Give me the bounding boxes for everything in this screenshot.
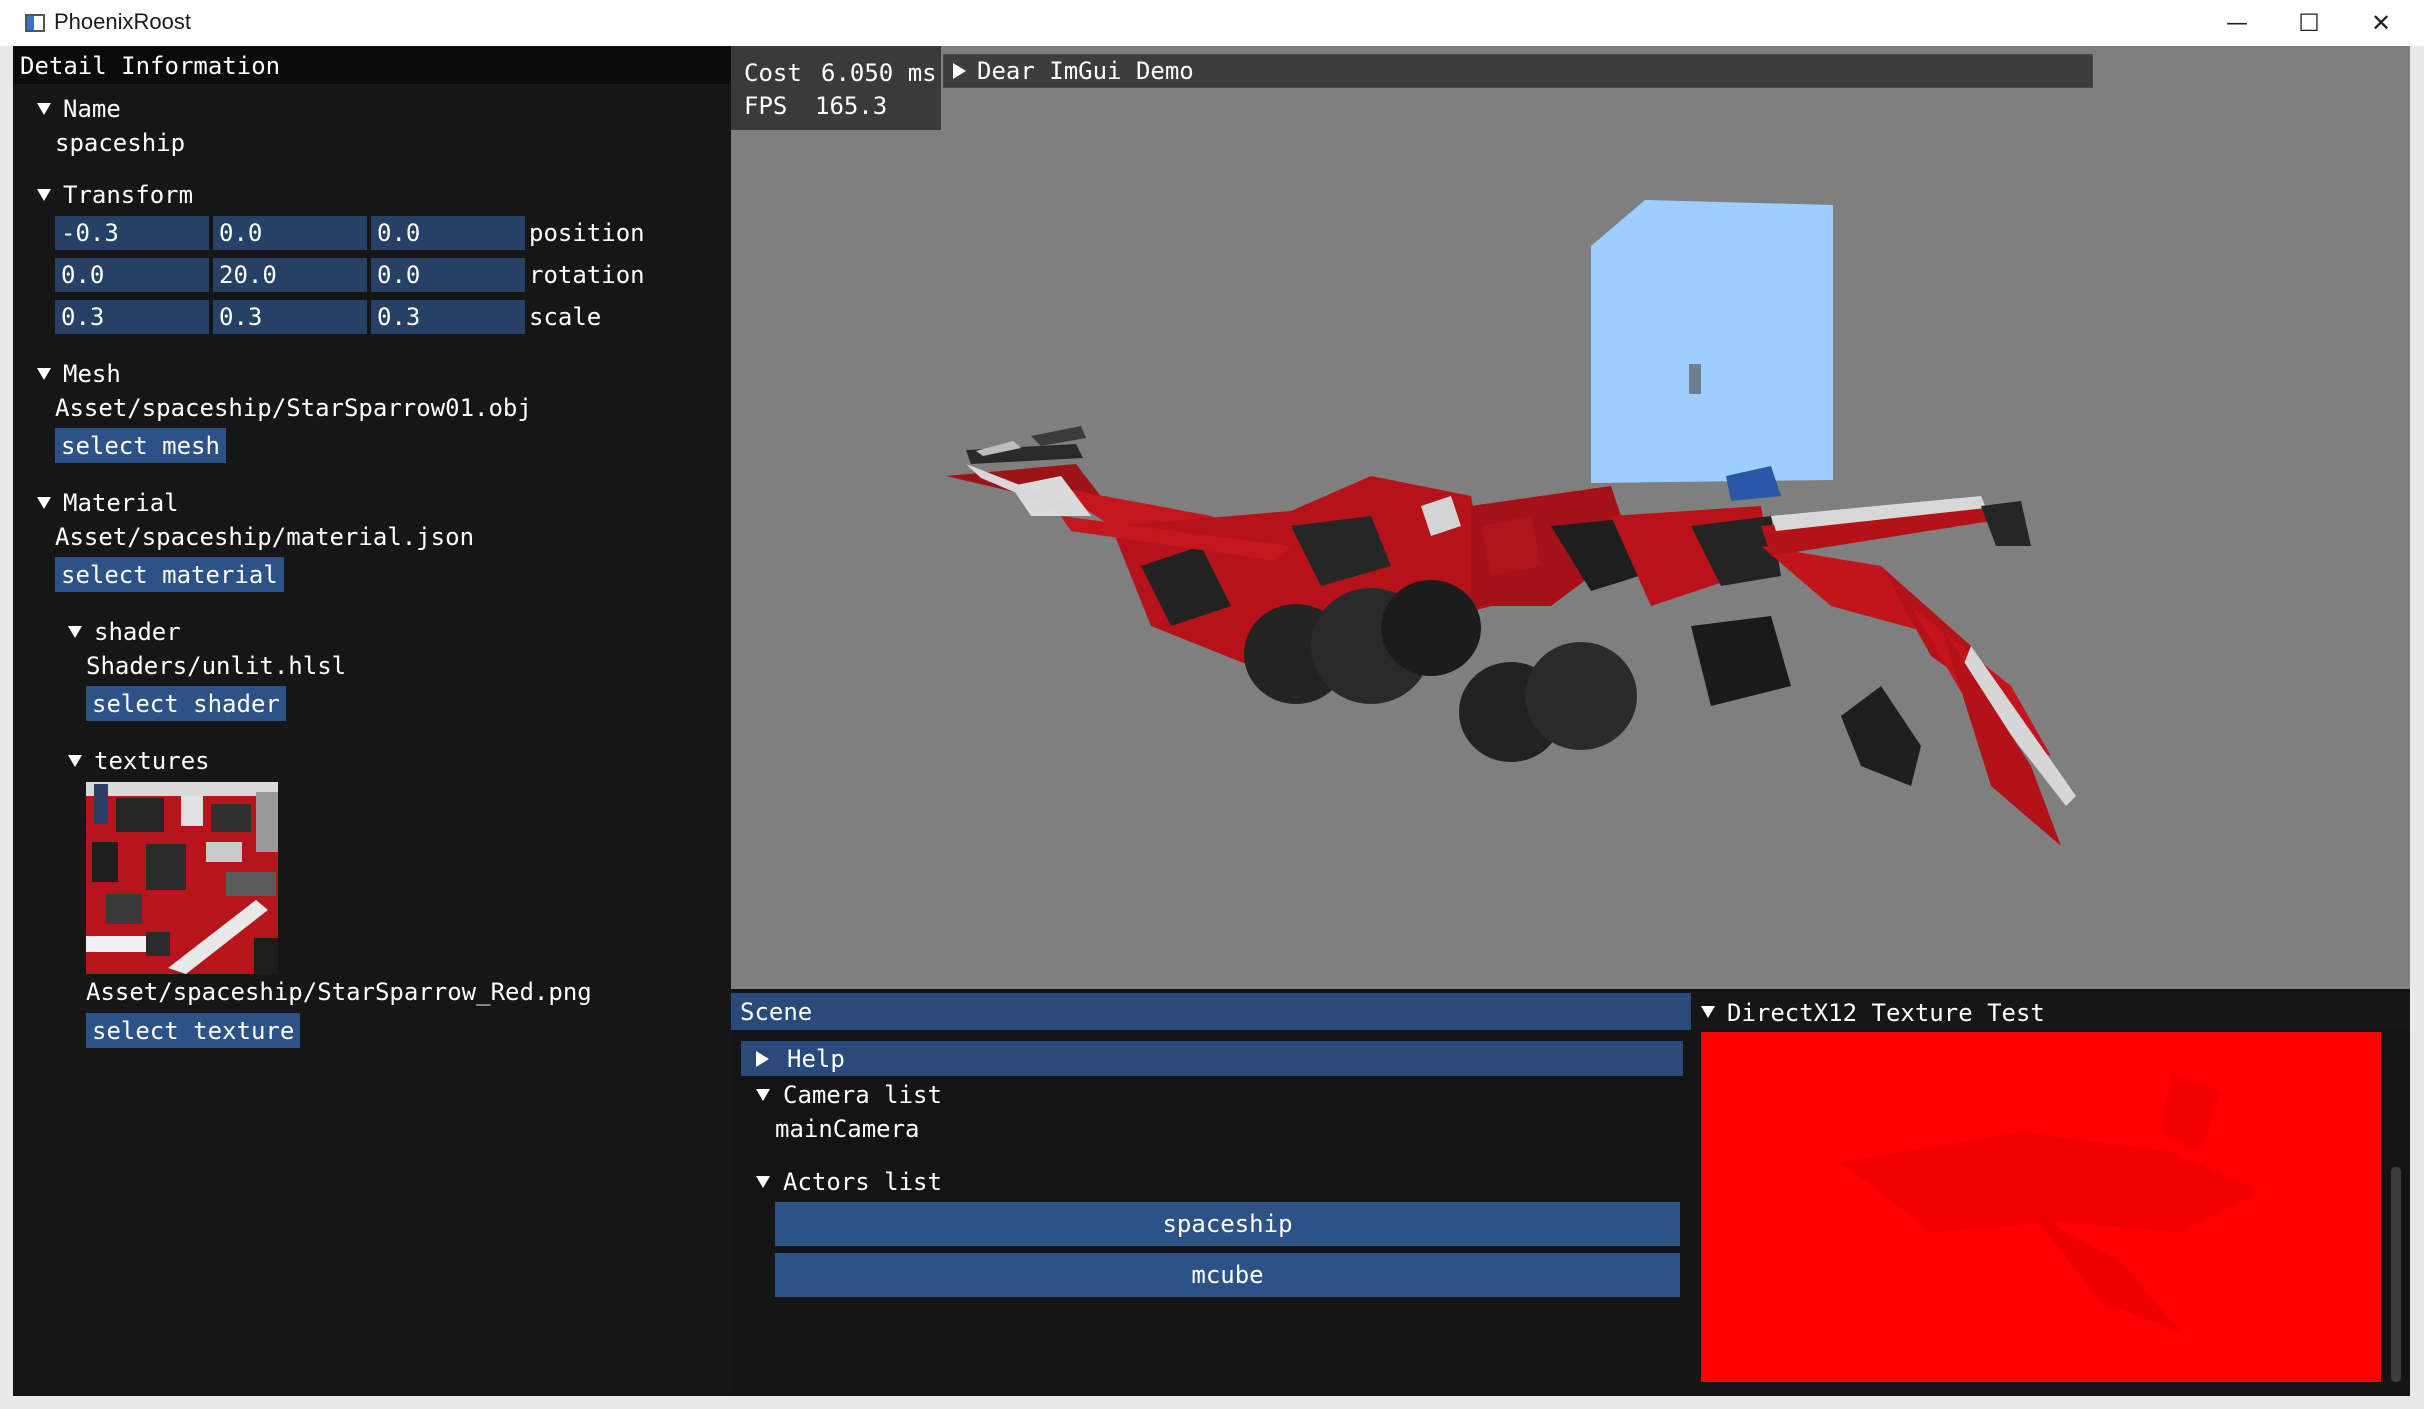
position-z-field[interactable]: 0.0	[371, 216, 525, 250]
scale-label: scale	[529, 303, 602, 331]
tree-expanded-icon[interactable]	[756, 1089, 770, 1101]
fps-label: FPS	[744, 92, 788, 120]
tree-expanded-icon[interactable]	[68, 626, 82, 638]
tree-collapsed-icon[interactable]	[953, 63, 966, 79]
tree-collapsed-icon[interactable]	[756, 1051, 769, 1067]
desktop-bottom-edge	[0, 1396, 2424, 1409]
app-window-icon	[25, 14, 45, 32]
cost-value: 6.050 ms	[821, 59, 937, 87]
tree-expanded-icon[interactable]	[1701, 1006, 1715, 1018]
tree-expanded-icon[interactable]	[37, 497, 51, 509]
textures-section-label[interactable]: textures	[94, 747, 210, 775]
actors-list-label[interactable]: Actors list	[783, 1168, 942, 1196]
select-mesh-button[interactable]: select mesh	[55, 428, 226, 463]
detail-panel: Detail Information Name spaceship Transf…	[13, 46, 731, 1396]
select-texture-button[interactable]: select texture	[86, 1013, 301, 1048]
scene-panel: Scene Help Camera list mainCamera Actors…	[731, 989, 1691, 1396]
transform-section-label[interactable]: Transform	[63, 181, 193, 209]
texture-test-panel: DirectX12 Texture Test	[1691, 989, 2410, 1396]
tree-expanded-icon[interactable]	[756, 1176, 770, 1188]
window-title: PhoenixRoost	[54, 9, 191, 34]
scene-render	[946, 200, 2076, 846]
tree-expanded-icon[interactable]	[68, 755, 82, 767]
detail-panel-header[interactable]: Detail Information	[13, 46, 731, 84]
mesh-path: Asset/spaceship/StarSparrow01.obj	[55, 394, 532, 422]
texture-test-title: DirectX12 Texture Test	[1727, 999, 2045, 1027]
spaceship-object	[946, 426, 2076, 846]
actor-button-label: mcube	[1191, 1261, 1264, 1289]
position-label: position	[529, 219, 645, 247]
scale-z-field[interactable]: 0.3	[371, 300, 525, 334]
rotation-y-field[interactable]: 20.0	[213, 258, 367, 292]
rotation-z-field[interactable]: 0.0	[371, 258, 525, 292]
desktop-left-edge	[0, 46, 13, 1409]
fps-value: 165.3	[815, 92, 888, 120]
texture-test-header[interactable]: DirectX12 Texture Test	[1691, 993, 2410, 1030]
position-y-field[interactable]: 0.0	[213, 216, 367, 250]
imgui-demo-title[interactable]: Dear ImGui Demo	[977, 57, 1194, 85]
scale-x-field[interactable]: 0.3	[55, 300, 209, 334]
help-header[interactable]: Help	[741, 1041, 1683, 1076]
cube-object	[1591, 200, 1833, 483]
cost-label: Cost	[744, 59, 802, 87]
maximize-button[interactable]: ☐	[2273, 0, 2345, 46]
camera-item[interactable]: mainCamera	[775, 1115, 920, 1143]
tree-expanded-icon[interactable]	[37, 368, 51, 380]
select-material-button[interactable]: select material	[55, 557, 284, 592]
mesh-section-label[interactable]: Mesh	[63, 360, 121, 388]
rotation-label: rotation	[529, 261, 645, 289]
title-bar[interactable]: PhoenixRoost — ☐ ✕	[0, 0, 2424, 47]
scene-panel-header[interactable]: Scene	[731, 993, 1691, 1030]
position-x-field[interactable]: -0.3	[55, 216, 209, 250]
minimize-button[interactable]: —	[2201, 0, 2273, 46]
scene-panel-title: Scene	[740, 998, 813, 1026]
actor-button-spaceship[interactable]: spaceship	[775, 1202, 1680, 1246]
texture-test-image	[1701, 1032, 2381, 1382]
select-shader-button[interactable]: select shader	[86, 686, 286, 721]
material-path: Asset/spaceship/material.json	[55, 523, 475, 551]
name-section-label[interactable]: Name	[63, 95, 121, 123]
camera-list-label[interactable]: Camera list	[783, 1081, 942, 1109]
texture-path: Asset/spaceship/StarSparrow_Red.png	[86, 978, 592, 1006]
shader-section-label[interactable]: shader	[94, 618, 181, 646]
actor-button-mcube[interactable]: mcube	[775, 1253, 1680, 1297]
help-label[interactable]: Help	[787, 1045, 845, 1073]
detail-panel-title: Detail Information	[20, 52, 281, 80]
rotation-x-field[interactable]: 0.0	[55, 258, 209, 292]
texture-test-scrollbar[interactable]	[2391, 1167, 2401, 1382]
name-value: spaceship	[55, 129, 186, 157]
texture-test-render	[1841, 1072, 2261, 1332]
material-section-label[interactable]: Material	[63, 489, 179, 517]
actor-button-label: spaceship	[1162, 1210, 1293, 1238]
tree-expanded-icon[interactable]	[37, 189, 51, 201]
tree-expanded-icon[interactable]	[37, 103, 51, 115]
render-viewport[interactable]: Cost 6.050 ms FPS 165.3 Dear ImGui Demo	[731, 46, 2410, 989]
stats-overlay: Cost 6.050 ms FPS 165.3	[731, 46, 941, 130]
texture-thumbnail	[86, 782, 278, 974]
shader-path: Shaders/unlit.hlsl	[86, 652, 347, 680]
desktop-right-edge	[2410, 46, 2424, 1409]
close-button[interactable]: ✕	[2345, 0, 2417, 46]
scale-y-field[interactable]: 0.3	[213, 300, 367, 334]
imgui-demo-window-collapsed[interactable]: Dear ImGui Demo	[943, 54, 2093, 88]
